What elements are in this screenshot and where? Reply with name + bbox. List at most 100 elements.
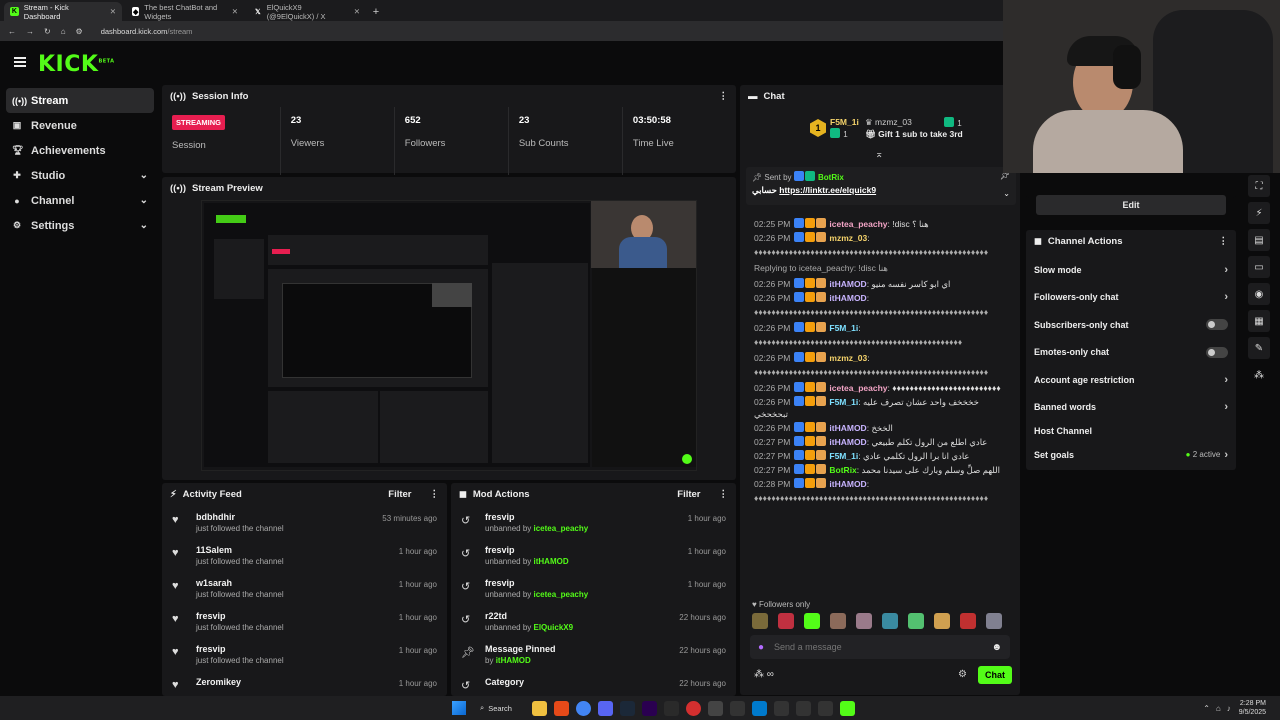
tray-icon[interactable]: ⌃ — [1203, 704, 1210, 713]
sidebar-item-studio[interactable]: ✚ Studio ⌄ — [6, 163, 154, 188]
app-icon[interactable] — [663, 700, 679, 716]
menu-icon[interactable] — [14, 57, 26, 67]
action-account-age[interactable]: Account age restriction › — [1026, 366, 1236, 394]
file-explorer-icon[interactable] — [531, 700, 547, 716]
action-set-goals[interactable]: Set goals ● 2 active › — [1026, 441, 1236, 469]
emote-icon[interactable] — [882, 613, 898, 629]
message-username[interactable]: itHAMOD — [829, 437, 866, 447]
points-icon[interactable]: ⁂ ∞ — [754, 669, 774, 680]
app-icon[interactable] — [795, 700, 811, 716]
leader-name[interactable]: mzmz_03 — [875, 117, 912, 127]
message-username[interactable]: mzmz_03 — [829, 233, 867, 243]
message-username[interactable]: itHAMOD — [829, 479, 866, 489]
layout-icon[interactable]: ▦ — [1248, 310, 1270, 332]
close-icon[interactable]: ✕ — [110, 7, 116, 16]
clock[interactable]: 2:28 PM 9/5/2025 — [1239, 699, 1266, 717]
discord-icon[interactable] — [597, 700, 613, 716]
mod-target[interactable]: fresvip — [485, 512, 588, 522]
site-info-icon[interactable]: ⚙ — [76, 27, 83, 36]
taskbar-search[interactable]: ⌕ Search — [480, 703, 528, 713]
brave-icon[interactable] — [553, 700, 569, 716]
app-icon[interactable] — [729, 700, 745, 716]
action-banned-words[interactable]: Banned words › — [1026, 394, 1236, 422]
more-options-icon[interactable]: ⋮ — [430, 489, 440, 500]
steam-icon[interactable] — [619, 700, 635, 716]
message-username[interactable]: itHAMOD — [829, 279, 866, 289]
app-icon[interactable] — [773, 700, 789, 716]
action-followers-only[interactable]: Followers-only chat › — [1026, 284, 1236, 312]
browser-tab[interactable]: 𝕏 ElQuickX9 (@9ElQuickX) / X ✕ — [248, 2, 366, 21]
microphone-icon[interactable]: ● — [758, 642, 764, 653]
app-icon[interactable] — [707, 700, 723, 716]
activity-user[interactable]: 11Salem — [196, 545, 284, 555]
message-username[interactable]: F5M_1i — [829, 451, 858, 461]
emote-icon[interactable] — [960, 613, 976, 629]
message-input-box[interactable]: ● ☻ — [750, 635, 1010, 659]
app-icon[interactable] — [817, 700, 833, 716]
document-icon[interactable]: ▤ — [1248, 229, 1270, 251]
message-username[interactable]: BotRix — [829, 465, 856, 475]
volume-icon[interactable]: ♪ — [1227, 704, 1231, 713]
emote-icon[interactable] — [804, 613, 820, 629]
sidebar-item-channel[interactable]: ● Channel ⌄ — [6, 188, 154, 213]
message-username[interactable]: itHAMOD — [829, 293, 866, 303]
emote-icon[interactable] — [778, 613, 794, 629]
emoji-icon[interactable]: ☻ — [991, 642, 1002, 653]
activity-user[interactable]: Zeromikey — [196, 677, 241, 687]
message-username[interactable]: F5M_1i — [829, 397, 858, 407]
emote-icon[interactable] — [934, 613, 950, 629]
mod-actor[interactable]: itHAMOD — [496, 656, 531, 665]
mod-actor[interactable]: icetea_peachy — [534, 524, 589, 533]
pinned-link[interactable]: https://linktr.ee/elquick9 — [779, 185, 876, 195]
chat-message-input[interactable] — [774, 642, 992, 652]
filter-button[interactable]: Filter — [677, 489, 700, 500]
lightning-icon[interactable]: ⚡︎ — [1248, 202, 1270, 224]
activity-user[interactable]: fresvip — [196, 611, 284, 621]
more-options-icon[interactable]: ⋮ — [719, 489, 729, 500]
gift-cta[interactable]: 🎁︎ Gift 1 sub to take 3rd — [865, 129, 963, 140]
fullscreen-icon[interactable]: ⛶ — [1248, 175, 1270, 197]
message-username[interactable]: F5M_1i — [829, 323, 858, 333]
activity-user[interactable]: w1sarah — [196, 578, 284, 588]
close-icon[interactable]: ✕ — [354, 7, 360, 16]
browser-tab[interactable]: K Stream - Kick Dashboard ✕ — [4, 2, 122, 21]
windows-start-icon[interactable] — [452, 701, 466, 715]
activity-user[interactable]: fresvip — [196, 644, 284, 654]
obs-icon[interactable] — [685, 700, 701, 716]
send-chat-button[interactable]: Chat — [978, 666, 1012, 684]
edit-button[interactable]: Edit — [1036, 195, 1226, 215]
premiere-icon[interactable] — [641, 700, 657, 716]
chat-icon[interactable]: ▭ — [1248, 256, 1270, 278]
pinned-author[interactable]: BotRix — [818, 173, 844, 182]
reload-icon[interactable]: ↻ — [44, 27, 51, 36]
activity-user[interactable]: bdbhdhir — [196, 512, 284, 522]
mod-target[interactable]: Category — [485, 677, 524, 687]
mod-target[interactable]: fresvip — [485, 545, 569, 555]
mod-target[interactable]: r22td — [485, 611, 573, 621]
mod-target[interactable]: fresvip — [485, 578, 588, 588]
back-icon[interactable]: ← — [8, 27, 16, 36]
action-host-channel[interactable]: Host Channel — [1026, 421, 1236, 441]
message-username[interactable]: itHAMOD — [829, 423, 866, 433]
wrench-icon[interactable]: ✎ — [1248, 337, 1270, 359]
sidebar-item-stream[interactable]: ((•)) Stream — [6, 88, 154, 113]
mod-target[interactable]: Message Pinned — [485, 644, 556, 654]
new-tab-icon[interactable]: + — [366, 2, 386, 21]
emote-icon[interactable] — [908, 613, 924, 629]
browser-tab[interactable]: ◆ The best ChatBot and Widgets ✕ — [126, 2, 244, 21]
more-options-icon[interactable]: ⋮ — [719, 91, 729, 102]
kick-logo[interactable]: KICKBETA — [38, 52, 115, 77]
filter-button[interactable]: Filter — [388, 489, 411, 500]
message-username[interactable]: icetea_peachy — [829, 383, 887, 393]
leader-name[interactable]: F5M_1i — [830, 117, 859, 127]
close-icon[interactable]: ✕ — [232, 7, 238, 16]
share-icon[interactable]: ⁂ — [1248, 364, 1270, 386]
chat-settings-icon[interactable]: ⚙ — [958, 669, 967, 680]
mod-actor[interactable]: ElQuickX9 — [534, 623, 574, 632]
mod-actor[interactable]: icetea_peachy — [534, 590, 589, 599]
emote-icon[interactable] — [856, 613, 872, 629]
sidebar-item-settings[interactable]: ⚙ Settings ⌄ — [6, 213, 154, 238]
emote-icon[interactable] — [830, 613, 846, 629]
url-field[interactable]: dashboard.kick.com/stream — [101, 27, 193, 36]
chrome-icon[interactable] — [575, 700, 591, 716]
